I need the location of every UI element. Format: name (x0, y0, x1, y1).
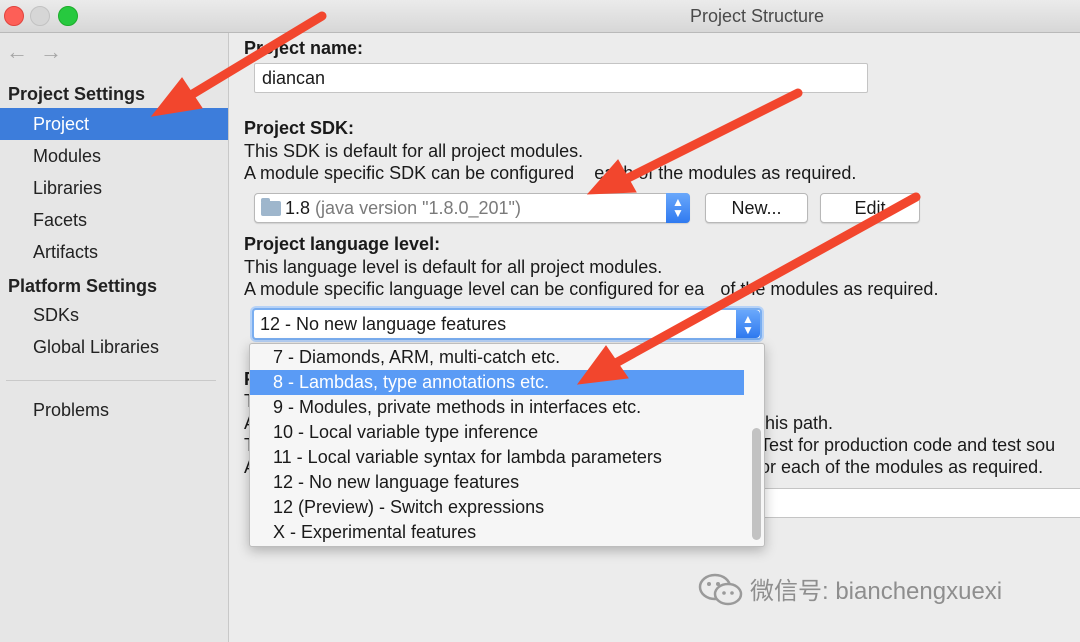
arrow-to-project-item (181, 11, 327, 103)
arrow-to-lambdas-option (609, 192, 921, 369)
annotation-arrows (150, 11, 921, 385)
arrow-to-sdk-combobox (623, 88, 803, 183)
arrow-head-icon (150, 77, 203, 117)
